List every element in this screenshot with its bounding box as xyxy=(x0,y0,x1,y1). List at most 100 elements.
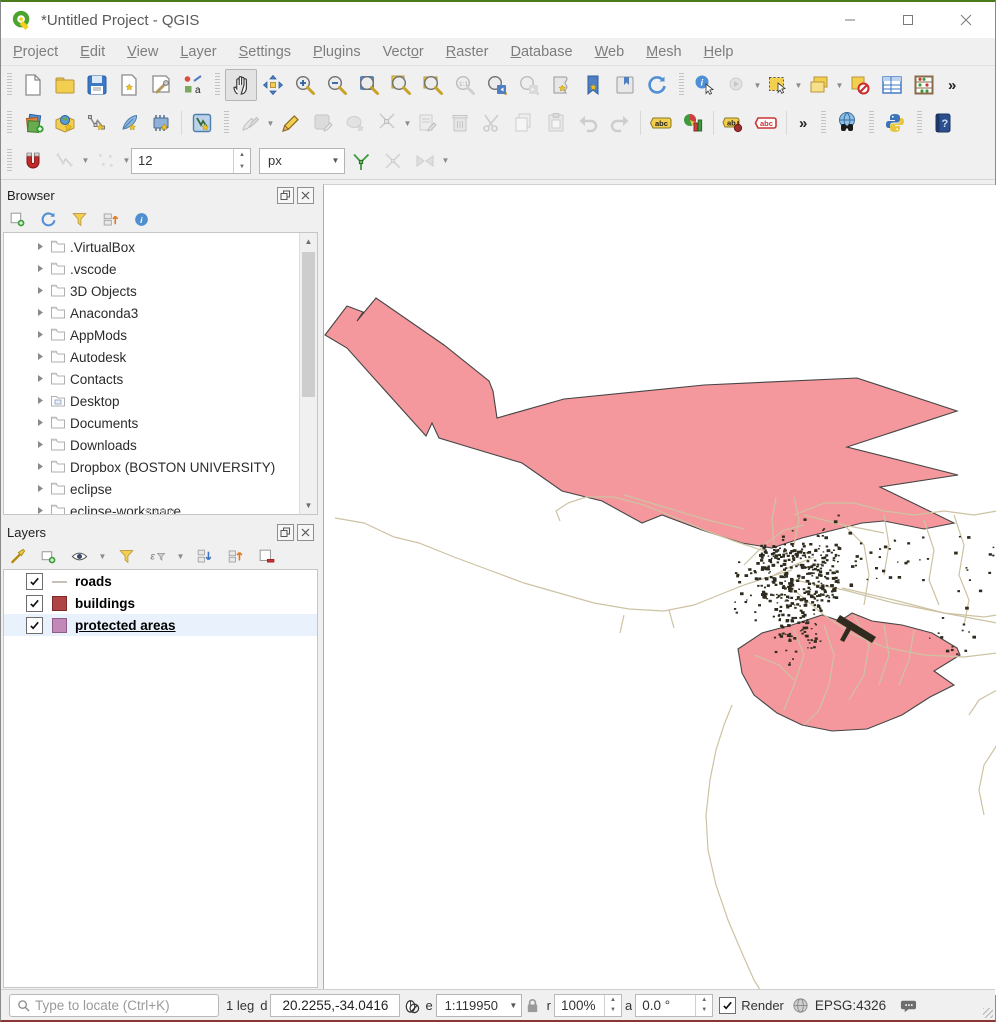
select-by-value-dropdown[interactable]: ▼ xyxy=(835,70,844,100)
menu-view[interactable]: View xyxy=(127,44,158,60)
browser-item-desktop[interactable]: Desktop xyxy=(4,390,300,412)
scroll-down-icon[interactable]: ▼ xyxy=(300,497,317,514)
layer-properties-button[interactable]: i xyxy=(129,207,153,231)
snapping-mode-dropdown[interactable]: ▼ xyxy=(81,146,90,176)
expand-arrow-icon[interactable] xyxy=(36,260,50,278)
zoom-in-button[interactable] xyxy=(289,69,321,101)
browser-scrollbar[interactable]: ▲ ▼ xyxy=(299,233,317,514)
pan-map-button[interactable] xyxy=(225,69,257,101)
style-manager-button[interactable]: a xyxy=(177,69,209,101)
vertex-tool-dropdown[interactable]: ▼ xyxy=(403,108,412,138)
rotation-spin[interactable]: 0.0 ° ▲▼ xyxy=(635,994,713,1017)
expand-arrow-icon[interactable] xyxy=(36,480,50,498)
python-console-button[interactable] xyxy=(879,107,911,139)
close-button[interactable] xyxy=(937,2,995,38)
browser-item-3d-objects[interactable]: 3D Objects xyxy=(4,280,300,302)
browser-item-appmods[interactable]: AppMods xyxy=(4,324,300,346)
menu-mesh[interactable]: Mesh xyxy=(646,44,681,60)
manage-map-themes-button[interactable] xyxy=(67,544,91,568)
toolbar-grip[interactable] xyxy=(224,111,229,135)
enable-snapping-button[interactable] xyxy=(17,145,49,177)
panel-resize-handle[interactable] xyxy=(146,509,176,513)
expand-arrow-icon[interactable] xyxy=(36,502,50,514)
zoom-full-button[interactable] xyxy=(353,69,385,101)
toolbar-grip[interactable] xyxy=(821,111,826,135)
expand-arrow-icon[interactable] xyxy=(36,436,50,454)
zoom-to-selection-button[interactable] xyxy=(385,69,417,101)
browser-item--virtualbox[interactable]: .VirtualBox xyxy=(4,236,300,258)
toggle-extents-icon[interactable] xyxy=(400,997,422,1014)
toggle-editing-button[interactable] xyxy=(275,107,307,139)
toolbar-grip[interactable] xyxy=(7,73,12,97)
browser-item-eclipse[interactable]: eclipse xyxy=(4,478,300,500)
select-features-button[interactable] xyxy=(762,69,794,101)
scale-combo[interactable]: 1:119950▼ xyxy=(436,994,522,1017)
layer-diagram-button[interactable] xyxy=(677,107,709,139)
menu-raster[interactable]: Raster xyxy=(446,44,489,60)
collapse-all-button[interactable] xyxy=(98,207,122,231)
new-geopackage-layer-button[interactable] xyxy=(49,107,81,139)
browser-item-dropbox-boston-university-[interactable]: Dropbox (BOSTON UNIVERSITY) xyxy=(4,456,300,478)
filter-browser-button[interactable] xyxy=(67,207,91,231)
snapping-tolerance-dropdown[interactable]: ▼ xyxy=(122,146,131,176)
zoom-out-button[interactable] xyxy=(321,69,353,101)
crs-globe-icon[interactable] xyxy=(790,997,812,1014)
locator-search-input[interactable]: Type to locate (Ctrl+K) xyxy=(9,994,219,1017)
snapping-units-combo[interactable]: px▼ xyxy=(259,148,345,174)
browser-item-downloads[interactable]: Downloads xyxy=(4,434,300,456)
expand-arrow-icon[interactable] xyxy=(36,304,50,322)
layer-row-buildings[interactable]: buildings xyxy=(4,592,317,614)
new-spatialite-layer-button[interactable] xyxy=(113,107,145,139)
browser-close-button[interactable] xyxy=(297,187,314,204)
toolbar-overflow-button[interactable]: » xyxy=(940,77,964,94)
scrollbar-thumb[interactable] xyxy=(302,252,315,397)
metasearch-button[interactable] xyxy=(831,107,863,139)
run-feature-action-dropdown[interactable]: ▼ xyxy=(753,70,762,100)
menu-vector[interactable]: Vector xyxy=(383,44,424,60)
magnifier-spin[interactable]: 100% ▲▼ xyxy=(554,994,622,1017)
expand-arrow-icon[interactable] xyxy=(36,326,50,344)
expand-arrow-icon[interactable] xyxy=(36,370,50,388)
menu-edit[interactable]: Edit xyxy=(80,44,105,60)
menu-settings[interactable]: Settings xyxy=(239,44,291,60)
new-shapefile-layer-button[interactable] xyxy=(81,107,113,139)
identify-features-button[interactable]: i xyxy=(689,69,721,101)
enable-tracing-dropdown[interactable]: ▼ xyxy=(441,146,450,176)
menu-help[interactable]: Help xyxy=(704,44,734,60)
menu-database[interactable]: Database xyxy=(510,44,572,60)
bookmark-manager-button[interactable] xyxy=(609,69,641,101)
filter-by-expression-dropdown[interactable]: ▼ xyxy=(176,541,185,571)
layers-close-button[interactable] xyxy=(297,524,314,541)
new-virtual-layer-button[interactable] xyxy=(145,107,177,139)
browser-item-documents[interactable]: Documents xyxy=(4,412,300,434)
current-edits-dropdown[interactable]: ▼ xyxy=(266,108,275,138)
menu-layer[interactable]: Layer xyxy=(180,44,216,60)
layer-visibility-checkbox[interactable] xyxy=(26,617,43,634)
menu-web[interactable]: Web xyxy=(595,44,625,60)
expand-arrow-icon[interactable] xyxy=(36,458,50,476)
chevron-down-icon[interactable]: ▼ xyxy=(506,1001,521,1010)
remove-layer-button[interactable] xyxy=(254,544,278,568)
manage-map-themes-dropdown[interactable]: ▼ xyxy=(98,541,107,571)
snapping-tolerance-spin[interactable]: 12▲▼ xyxy=(131,148,251,174)
browser-item-anaconda3[interactable]: Anaconda3 xyxy=(4,302,300,324)
select-by-value-button[interactable] xyxy=(803,69,835,101)
browser-item-autodesk[interactable]: Autodesk xyxy=(4,346,300,368)
resize-grip[interactable] xyxy=(983,1008,993,1018)
deselect-features-button[interactable] xyxy=(844,69,876,101)
save-project-button[interactable] xyxy=(81,69,113,101)
layer-visibility-checkbox[interactable] xyxy=(26,573,43,590)
layer-visibility-checkbox[interactable] xyxy=(26,595,43,612)
refresh-browser-button[interactable] xyxy=(36,207,60,231)
layout-manager-button[interactable] xyxy=(145,69,177,101)
open-attribute-table-button[interactable] xyxy=(876,69,908,101)
pan-to-selection-button[interactable] xyxy=(257,69,289,101)
messages-icon[interactable] xyxy=(897,997,919,1014)
expand-arrow-icon[interactable] xyxy=(36,392,50,410)
field-calculator-button[interactable] xyxy=(908,69,940,101)
layers-float-button[interactable] xyxy=(277,524,294,541)
open-project-button[interactable] xyxy=(49,69,81,101)
data-source-manager-button[interactable] xyxy=(17,107,49,139)
help-contents-button[interactable]: ? xyxy=(927,107,959,139)
browser-float-button[interactable] xyxy=(277,187,294,204)
